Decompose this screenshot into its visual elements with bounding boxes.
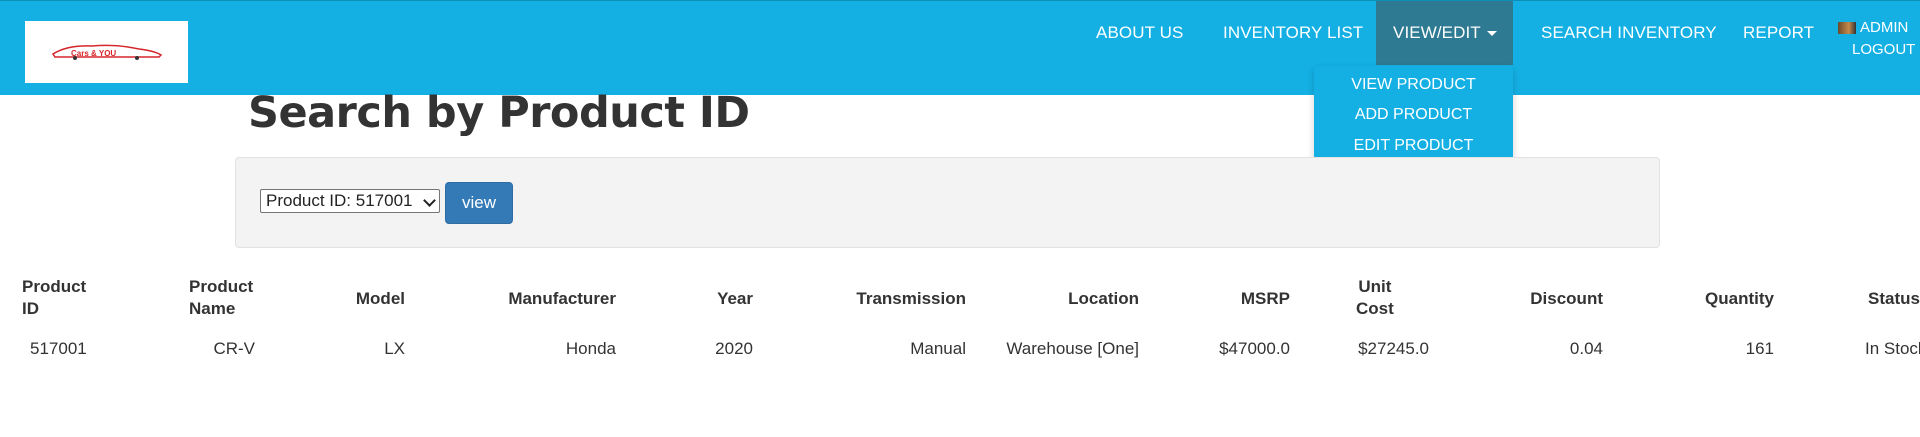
cell-status: In Stock bbox=[1865, 339, 1920, 358]
cell-msrp: $47000.0 bbox=[1219, 339, 1290, 358]
header-product-name: Product Name bbox=[189, 276, 253, 320]
chevron-down-icon bbox=[423, 194, 436, 207]
nav-search-inventory[interactable]: SEARCH INVENTORY bbox=[1541, 1, 1717, 65]
view-button[interactable]: view bbox=[445, 182, 513, 224]
header-product-id-line1: Product bbox=[22, 277, 87, 296]
cell-quantity: 161 bbox=[1745, 339, 1774, 358]
cell-product-id: 517001 bbox=[30, 339, 87, 358]
header-product-name-line2: Name bbox=[189, 299, 236, 318]
user-name: ADMIN bbox=[1860, 19, 1909, 36]
header-quantity: Quantity bbox=[1705, 289, 1774, 308]
product-id-select[interactable]: Product ID: 517001 bbox=[260, 189, 440, 213]
header-year: Year bbox=[717, 289, 753, 308]
logo[interactable]: Cars & YOU bbox=[25, 21, 188, 83]
header-location: Location bbox=[1068, 289, 1139, 308]
cell-year: 2020 bbox=[715, 339, 753, 358]
cell-manufacturer: Honda bbox=[565, 339, 616, 358]
search-panel: Product ID: 517001 view bbox=[235, 157, 1660, 248]
caret-down-icon bbox=[1486, 31, 1497, 37]
car-logo-icon: Cars & YOU bbox=[51, 44, 162, 60]
header-model: Model bbox=[355, 289, 405, 308]
logout-link[interactable]: LOGOUT bbox=[1838, 39, 1920, 61]
header-manufacturer: Manufacturer bbox=[508, 289, 616, 308]
nav-inventory-list[interactable]: INVENTORY LIST bbox=[1223, 1, 1363, 65]
cell-transmission: Manual bbox=[910, 339, 966, 358]
cell-model: LX bbox=[384, 339, 405, 358]
nav-view-edit[interactable]: VIEW/EDIT bbox=[1393, 1, 1497, 65]
header-unit-cost-line2: Cost bbox=[1356, 299, 1394, 318]
nav-about-us[interactable]: ABOUT US bbox=[1096, 1, 1183, 65]
nav-report[interactable]: REPORT bbox=[1743, 1, 1814, 65]
cell-discount: 0.04 bbox=[1569, 339, 1603, 358]
view-edit-dropdown: VIEW PRODUCT ADD PRODUCT EDIT PRODUCT bbox=[1314, 66, 1513, 169]
header-unit-cost-line1: Unit bbox=[1358, 277, 1392, 296]
user-row: ADMIN bbox=[1838, 17, 1920, 39]
header-msrp: MSRP bbox=[1240, 289, 1290, 308]
header-product-name-line1: Product bbox=[189, 277, 254, 296]
user-block: ADMIN LOGOUT bbox=[1838, 17, 1920, 61]
header-status: Status bbox=[1868, 289, 1920, 308]
dropdown-add-product[interactable]: ADD PRODUCT bbox=[1314, 106, 1513, 124]
dropdown-edit-product[interactable]: EDIT PRODUCT bbox=[1314, 137, 1513, 155]
header-discount: Discount bbox=[1530, 289, 1603, 308]
page-title: Search by Product ID bbox=[248, 88, 750, 138]
navbar: Cars & YOU ABOUT US INVENTORY LIST VIEW/… bbox=[0, 0, 1920, 95]
cell-product-name: CR-V bbox=[213, 339, 255, 358]
dropdown-view-product[interactable]: VIEW PRODUCT bbox=[1314, 76, 1513, 94]
cell-location: Warehouse [One] bbox=[1006, 339, 1139, 358]
header-transmission: Transmission bbox=[856, 289, 966, 308]
logo-text: Cars & YOU bbox=[71, 49, 116, 58]
header-unit-cost: Unit Cost bbox=[1356, 276, 1394, 320]
nav-view-edit-label: VIEW/EDIT bbox=[1393, 23, 1481, 42]
header-product-id-line2: ID bbox=[22, 299, 39, 318]
cell-unit-cost: $27245.0 bbox=[1358, 339, 1429, 358]
product-id-select-value: Product ID: 517001 bbox=[266, 191, 413, 210]
avatar bbox=[1838, 22, 1856, 34]
header-product-id: Product ID bbox=[22, 276, 86, 320]
